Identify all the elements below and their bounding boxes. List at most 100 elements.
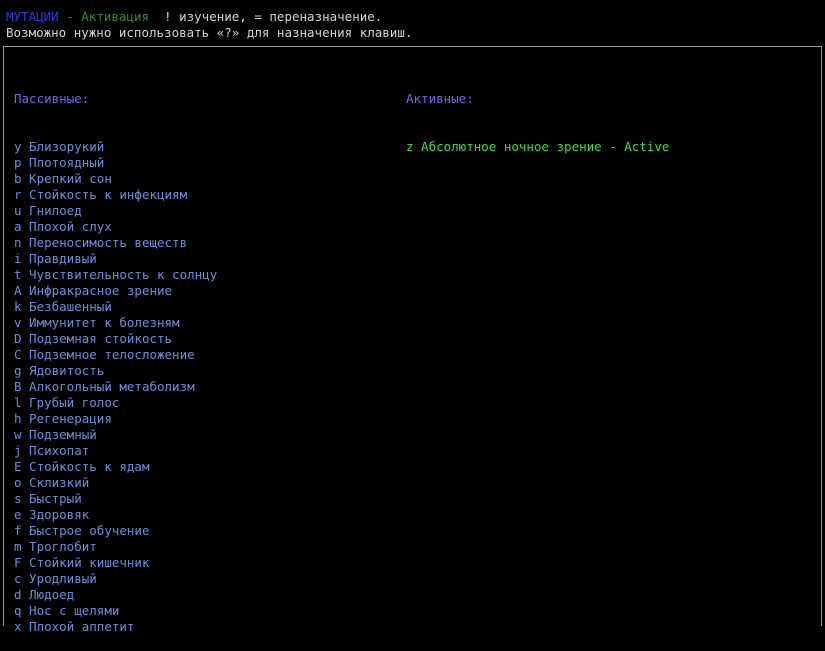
passive-mutation-item[interactable]: q Нос с щелями [14, 603, 217, 619]
passive-mutation-item[interactable]: g Ядовитость [14, 363, 217, 379]
passive-column: Пассивные: y Близорукий p Плотоядный b Кре… [14, 59, 217, 651]
hotkey: f [14, 523, 22, 538]
hotkey: A [14, 283, 22, 298]
hotkey: p [14, 155, 22, 170]
mutation-name: Инфракрасное зрение [21, 283, 173, 298]
hotkey: w [14, 427, 22, 442]
mutation-name: Троглобит [21, 539, 97, 554]
mutation-name: Подземный [21, 427, 97, 442]
passive-mutation-item[interactable]: n Переносимость веществ [14, 235, 217, 251]
hotkey: j [14, 443, 22, 458]
hotkey: n [14, 235, 22, 250]
passive-mutation-item[interactable]: t Чувствительность к солнцу [14, 267, 217, 283]
keybinding-hint: Возможно нужно использовать «?» для назн… [6, 25, 413, 40]
hotkey: o [14, 475, 22, 490]
mutation-state: - Active [601, 139, 670, 154]
passive-mutation-item[interactable]: v Иммунитет к болезням [14, 315, 217, 331]
passive-mutation-item[interactable]: m Троглобит [14, 539, 217, 555]
passive-mutation-item[interactable]: j Психопат [14, 443, 217, 459]
passive-mutation-item[interactable]: h Регенерация [14, 411, 217, 427]
mutation-name: Абсолютное ночное зрение [413, 139, 602, 154]
hotkey: c [14, 571, 22, 586]
hotkey: a [14, 219, 22, 234]
header-title-line: МУТАЦИИ - Активация ! изучение, = перена… [6, 9, 821, 25]
mutation-name: Чувствительность к солнцу [21, 267, 218, 282]
hotkey: E [14, 459, 22, 474]
hotkey: B [14, 379, 22, 394]
passive-mutation-item[interactable]: d Людоед [14, 587, 217, 603]
hotkey: m [14, 539, 22, 554]
mutation-name: Крепкий сон [21, 171, 112, 186]
passive-mutation-item[interactable]: c Уродливый [14, 571, 217, 587]
passive-mutation-item[interactable]: r Стойкость к инфекциям [14, 187, 217, 203]
active-heading: Активные: [406, 91, 474, 106]
mutation-name: Плохой слух [21, 219, 112, 234]
passive-mutation-item[interactable]: u Гнилоед [14, 203, 217, 219]
mutation-name: Подземное телосложение [21, 347, 195, 362]
mutation-name: Плохой аппетит [21, 619, 135, 634]
active-mutation-item[interactable]: z Абсолютное ночное зрение - Active [406, 139, 669, 155]
passive-mutation-item[interactable]: k Безбашенный [14, 299, 217, 315]
passive-mutation-item[interactable]: C Подземное телосложение [14, 347, 217, 363]
menu-title: МУТАЦИИ [6, 9, 59, 24]
passive-mutation-item[interactable]: A Инфракрасное зрение [14, 283, 217, 299]
hotkey: l [14, 395, 22, 410]
mutation-name: Правдивый [21, 251, 97, 266]
passive-mutation-item[interactable]: l Грубый голос [14, 395, 217, 411]
mutation-name: Здоровяк [21, 507, 90, 522]
passive-mutation-item[interactable]: e Здоровяк [14, 507, 217, 523]
passive-mutation-item[interactable]: o Склизкий [14, 475, 217, 491]
mutation-name: Быстрый [21, 491, 82, 506]
mutation-name: Близорукий [21, 139, 105, 154]
passive-mutation-item[interactable]: B Алкогольный метаболизм [14, 379, 217, 395]
mutation-name: Грубый голос [21, 395, 120, 410]
mutation-name: Склизкий [21, 475, 90, 490]
passive-mutation-item[interactable]: s Быстрый [14, 491, 217, 507]
mutation-name: Быстрое обучение [21, 523, 150, 538]
title-separator: - [58, 9, 82, 24]
mutation-name: Людоед [21, 587, 75, 602]
passive-mutation-item[interactable]: b Крепкий сон [14, 171, 217, 187]
hotkey: t [14, 267, 22, 282]
hotkey: k [14, 299, 22, 314]
hotkey: y [14, 139, 22, 154]
mutation-name: Гнилоед [21, 203, 82, 218]
hotkey: z [406, 139, 414, 154]
mutation-name: Стойкий кишечник [21, 555, 150, 570]
mutation-name: Плотоядный [21, 155, 105, 170]
hotkey: r [14, 187, 22, 202]
study-hint: ! изучение, = переназначение. [149, 9, 383, 24]
mutation-name: Безбашенный [21, 299, 112, 314]
passive-mutation-item[interactable]: f Быстрое обучение [14, 523, 217, 539]
hotkey: h [14, 411, 22, 426]
hotkey: i [14, 251, 22, 266]
hotkey: b [14, 171, 22, 186]
passive-mutation-item[interactable]: E Стойкость к ядам [14, 459, 217, 475]
mutation-name: Иммунитет к болезням [21, 315, 180, 330]
passive-mutation-item[interactable]: y Близорукий [14, 139, 217, 155]
passive-mutation-item[interactable]: D Подземная стойкость [14, 331, 217, 347]
passive-mutation-item[interactable]: x Плохой аппетит [14, 619, 217, 635]
hotkey: C [14, 347, 22, 362]
hotkey: D [14, 331, 22, 346]
passive-mutation-item[interactable]: F Стойкий кишечник [14, 555, 217, 571]
mutation-name: Стойкость к ядам [21, 459, 150, 474]
mode-label[interactable]: Активация [81, 9, 149, 24]
mutation-name: Нос с щелями [21, 603, 120, 618]
passive-list: y Близорукий p Плотоядный b Крепкий сон r С… [14, 139, 217, 635]
header: МУТАЦИИ - Активация ! изучение, = перена… [6, 9, 821, 41]
mutation-name: Алкогольный метаболизм [21, 379, 195, 394]
hotkey: g [14, 363, 22, 378]
passive-mutation-item[interactable]: a Плохой слух [14, 219, 217, 235]
passive-heading: Пассивные: [14, 91, 90, 106]
mutation-name: Уродливый [21, 571, 97, 586]
passive-mutation-item[interactable]: i Правдивый [14, 251, 217, 267]
passive-mutation-item[interactable]: w Подземный [14, 427, 217, 443]
mutation-name: Ядовитость [21, 363, 105, 378]
passive-mutation-item[interactable]: p Плотоядный [14, 155, 217, 171]
mutation-name: Стойкость к инфекциям [21, 187, 188, 202]
hotkey: v [14, 315, 22, 330]
mutation-name: Регенерация [21, 411, 112, 426]
active-list: z Абсолютное ночное зрение - Active [406, 139, 669, 155]
mutation-name: Подземная стойкость [21, 331, 173, 346]
